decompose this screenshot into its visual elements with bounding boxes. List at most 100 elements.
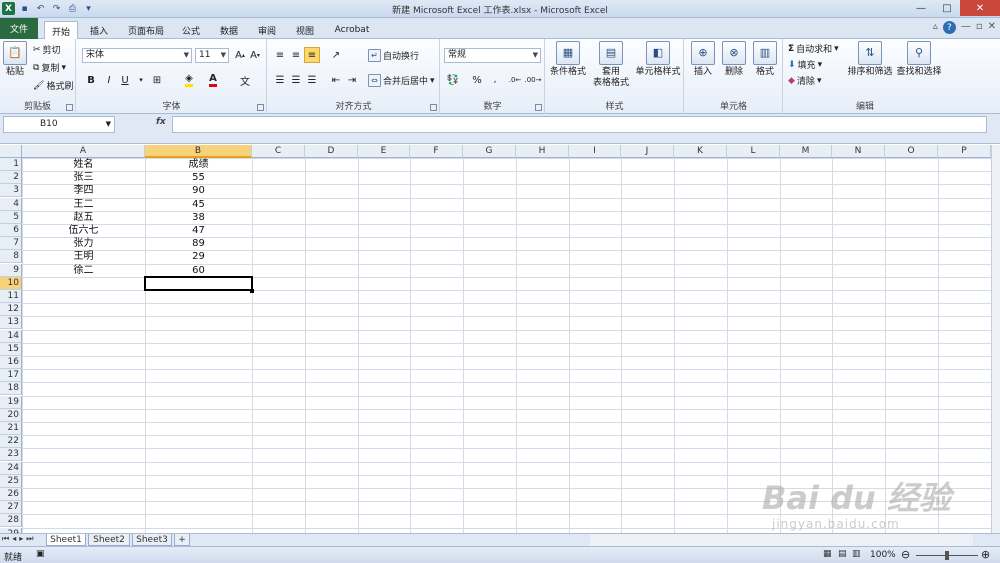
delete-cells-button[interactable]: ⊗ 删除 [720,41,748,78]
row-header-13[interactable]: 13 [0,316,22,330]
cell-B2[interactable]: 55 [145,171,252,184]
row-header-6[interactable]: 6 [0,224,22,237]
sheet-nav-arrows-icon[interactable]: ⏮◂▸⏭ [2,534,36,544]
font-name-select[interactable]: 宋体 ▼ [82,48,192,63]
horizontal-scrollbar[interactable] [590,534,973,546]
row-header-27[interactable]: 27 [0,501,22,515]
cell-B5[interactable]: 38 [145,211,252,224]
orientation-icon[interactable]: ↗ [328,47,344,63]
column-header-P[interactable]: P [938,145,991,158]
comma-style-icon[interactable]: , [487,72,503,88]
borders-button[interactable]: ⊞ [149,72,165,88]
column-header-M[interactable]: M [780,145,832,158]
align-bottom-icon[interactable]: ≡ [304,47,320,63]
column-header-J[interactable]: J [621,145,674,158]
tab-home[interactable]: 开始 [44,21,78,40]
cell-B7[interactable]: 89 [145,237,252,250]
row-header-4[interactable]: 4 [0,197,22,211]
cell-A9[interactable]: 徐二 [22,264,145,277]
alignment-launcher-icon[interactable] [430,104,437,111]
row-header-3[interactable]: 3 [0,184,22,198]
find-select-button[interactable]: ⚲ 查找和选择 [894,41,944,78]
zoom-slider-thumb[interactable] [945,551,949,560]
bold-button[interactable]: B [83,72,99,88]
cell-A1[interactable]: 姓名 [22,158,145,171]
sheet-tab-2[interactable]: Sheet2 [88,534,130,546]
merge-center-button[interactable]: ⇔ 合并后居中 ▾ [368,74,435,87]
increase-decimal-icon[interactable]: .0← [507,72,523,88]
currency-icon[interactable]: 💱 [445,72,461,88]
row-header-24[interactable]: 24 [0,461,22,475]
row-header-26[interactable]: 26 [0,488,22,501]
cell-A8[interactable]: 王明 [22,250,145,263]
align-middle-icon[interactable]: ≡ [288,47,304,63]
row-header-15[interactable]: 15 [0,342,22,356]
cell-B3[interactable]: 90 [145,184,252,197]
row-header-7[interactable]: 7 [0,237,22,251]
column-header-I[interactable]: I [569,145,621,158]
row-header-22[interactable]: 22 [0,435,22,449]
column-header-K[interactable]: K [674,145,727,158]
align-right-icon[interactable]: ☰ [304,72,320,88]
format-cells-button[interactable]: ▥ 格式 [751,41,779,78]
normal-view-icon[interactable]: ▦ [823,549,832,559]
minimize-button[interactable]: — [908,0,934,16]
format-as-table-button[interactable]: ▤ 套用 表格格式 [590,41,632,89]
help-icon[interactable]: ? [942,21,956,34]
cell-A7[interactable]: 张力 [22,237,145,250]
clear-button[interactable]: ◆ 清除 ▾ [788,74,821,88]
font-launcher-icon[interactable] [257,104,264,111]
row-header-21[interactable]: 21 [0,422,22,435]
cell-B4[interactable]: 45 [145,198,252,211]
column-header-D[interactable]: D [305,145,358,158]
tab-file[interactable]: 文件 [0,18,38,39]
close-button[interactable]: ✕ [960,0,1000,16]
tab-acrobat[interactable]: Acrobat [328,21,376,39]
sort-filter-button[interactable]: ⇅ 排序和筛选 [846,41,894,78]
minimize-ribbon-icon[interactable]: ▵ [933,21,938,34]
cell-B9[interactable]: 60 [145,264,252,277]
column-header-G[interactable]: G [463,145,516,158]
row-header-1[interactable]: 1 [0,158,22,171]
row-header-2[interactable]: 2 [0,171,22,185]
number-launcher-icon[interactable] [535,104,542,111]
percent-icon[interactable]: % [469,72,485,88]
zoom-level[interactable]: 100% [870,550,896,560]
cell-B6[interactable]: 47 [145,224,252,237]
row-header-10[interactable]: 10 [0,276,22,290]
font-color-button[interactable]: A [205,72,221,88]
row-header-5[interactable]: 5 [0,210,22,224]
formula-input[interactable] [172,116,987,133]
maximize-button[interactable]: □ [934,0,960,16]
conditional-formatting-button[interactable]: ▦ 条件格式 [548,41,588,78]
tab-data[interactable]: 数据 [214,21,244,39]
cell-A6[interactable]: 伍六七 [22,224,145,237]
column-header-N[interactable]: N [832,145,885,158]
row-header-28[interactable]: 28 [0,514,22,528]
column-header-L[interactable]: L [727,145,780,158]
column-header-C[interactable]: C [252,145,305,158]
name-box[interactable]: B10 ▼ [3,116,115,133]
tab-view[interactable]: 视图 [290,21,320,39]
shrink-font-button[interactable]: A ▾ [247,47,263,63]
underline-button[interactable]: U [117,72,133,88]
workbook-restore-icon[interactable]: ▫ [976,21,983,34]
column-header-B[interactable]: B [145,145,252,158]
tab-formulas[interactable]: 公式 [176,21,206,39]
insert-function-button[interactable]: fx [156,117,166,127]
phonetic-button[interactable]: 文 [237,72,253,88]
vertical-scrollbar[interactable] [991,145,1000,533]
sheet-tab-1[interactable]: Sheet1 [46,534,86,546]
row-header-19[interactable]: 19 [0,395,22,409]
align-center-icon[interactable]: ☰ [288,72,304,88]
zoom-in-icon[interactable]: ⊕ [981,548,990,561]
column-header-H[interactable]: H [516,145,569,158]
fill-handle[interactable] [250,289,254,293]
cell-B1[interactable]: 成绩 [145,158,252,171]
row-header-17[interactable]: 17 [0,369,22,383]
cut-button[interactable]: ✂ 剪切 [33,43,61,57]
insert-sheet-icon[interactable]: + [174,534,190,546]
grow-font-button[interactable]: A ▴ [232,47,248,63]
row-header-9[interactable]: 9 [0,263,22,277]
sheet-tab-3[interactable]: Sheet3 [132,534,172,546]
